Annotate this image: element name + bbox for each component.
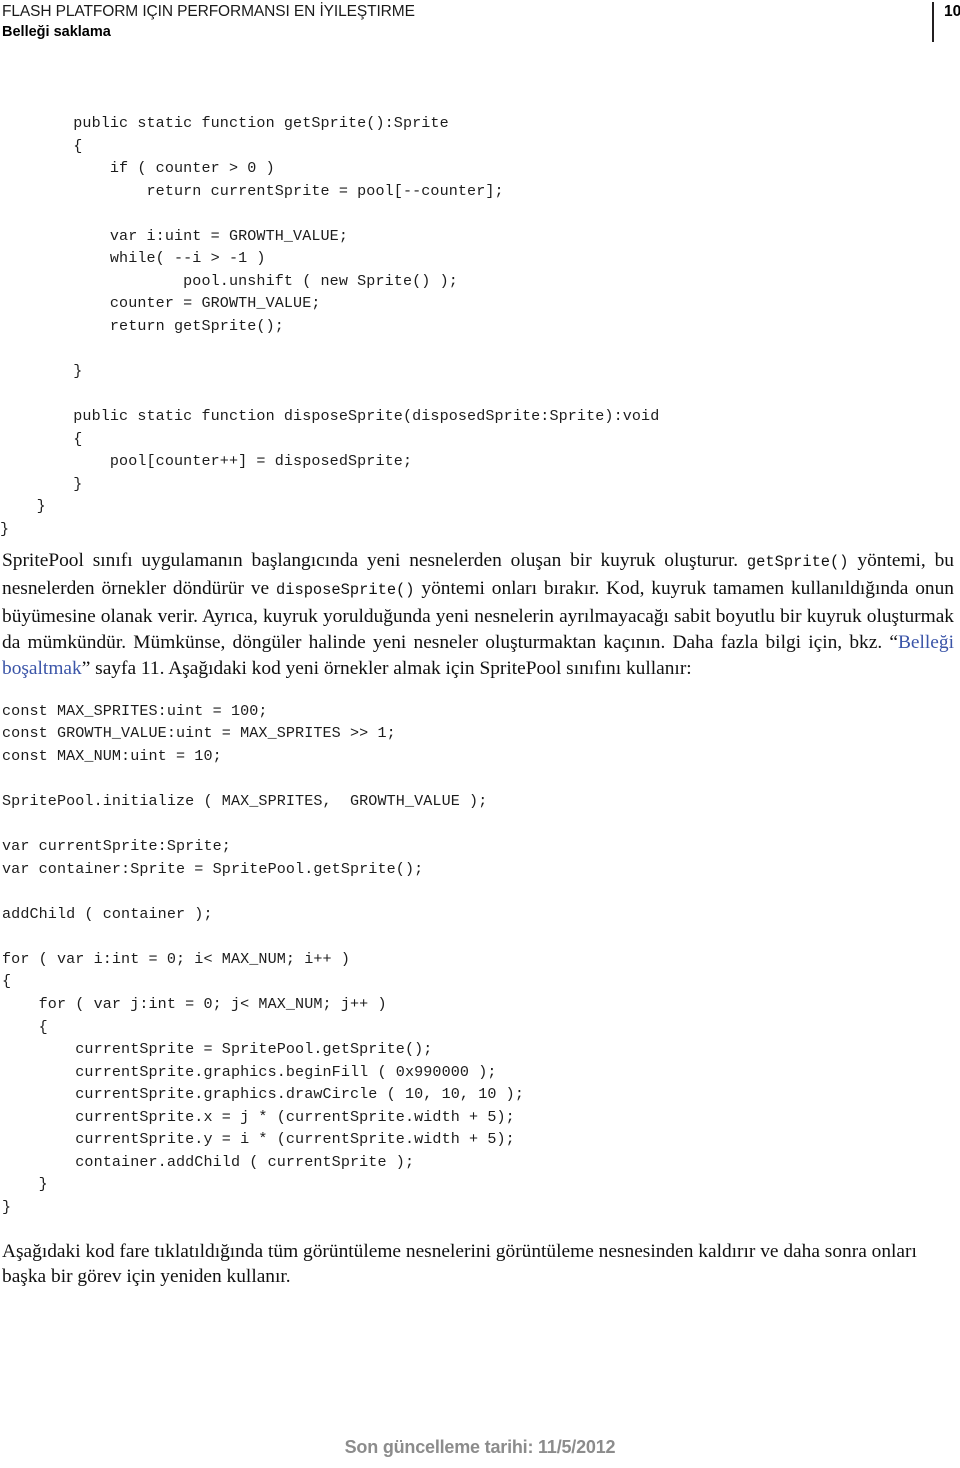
page-footer: Son güncelleme tarihi: 11/5/2012: [0, 1437, 960, 1458]
header-section-title: Belleği saklama: [2, 24, 111, 40]
page-number: 10: [944, 3, 960, 20]
header-document-title: FLASH PLATFORM IÇIN PERFORMANSI EN İYILE…: [2, 3, 415, 20]
code-block-spritepool-usage: const MAX_SPRITES:uint = 100; const GROW…: [2, 701, 524, 1216]
inline-code-getsprite: getSprite(): [746, 553, 849, 572]
document-page: FLASH PLATFORM IÇIN PERFORMANSI EN İYILE…: [0, 0, 960, 1468]
paragraph-text-part-1: SpritePool sınıfı uygulamanın başlangıcı…: [2, 550, 747, 572]
paragraph-spritepool-description: SpritePool sınıfı uygulamanın başlangıcı…: [0, 548, 954, 682]
code-block-spritepool-methods: public static function getSprite():Sprit…: [0, 114, 660, 538]
inline-code-disposesprite: disposeSprite(): [275, 581, 415, 600]
paragraph-text-part-4: ” sayfa 11. Aşağıdaki kod yeni örnekler …: [81, 658, 692, 680]
footer-last-updated-text: Son güncelleme tarihi: 11/5/2012: [344, 1437, 616, 1457]
page-content: public static function getSprite():Sprit…: [0, 112, 960, 1290]
paragraph-mouse-click-description: Aşağıdaki kod fare tıklatıldığında tüm g…: [2, 1240, 917, 1288]
page-header: FLASH PLATFORM IÇIN PERFORMANSI EN İYILE…: [0, 0, 960, 48]
header-divider-rule: [932, 2, 934, 42]
